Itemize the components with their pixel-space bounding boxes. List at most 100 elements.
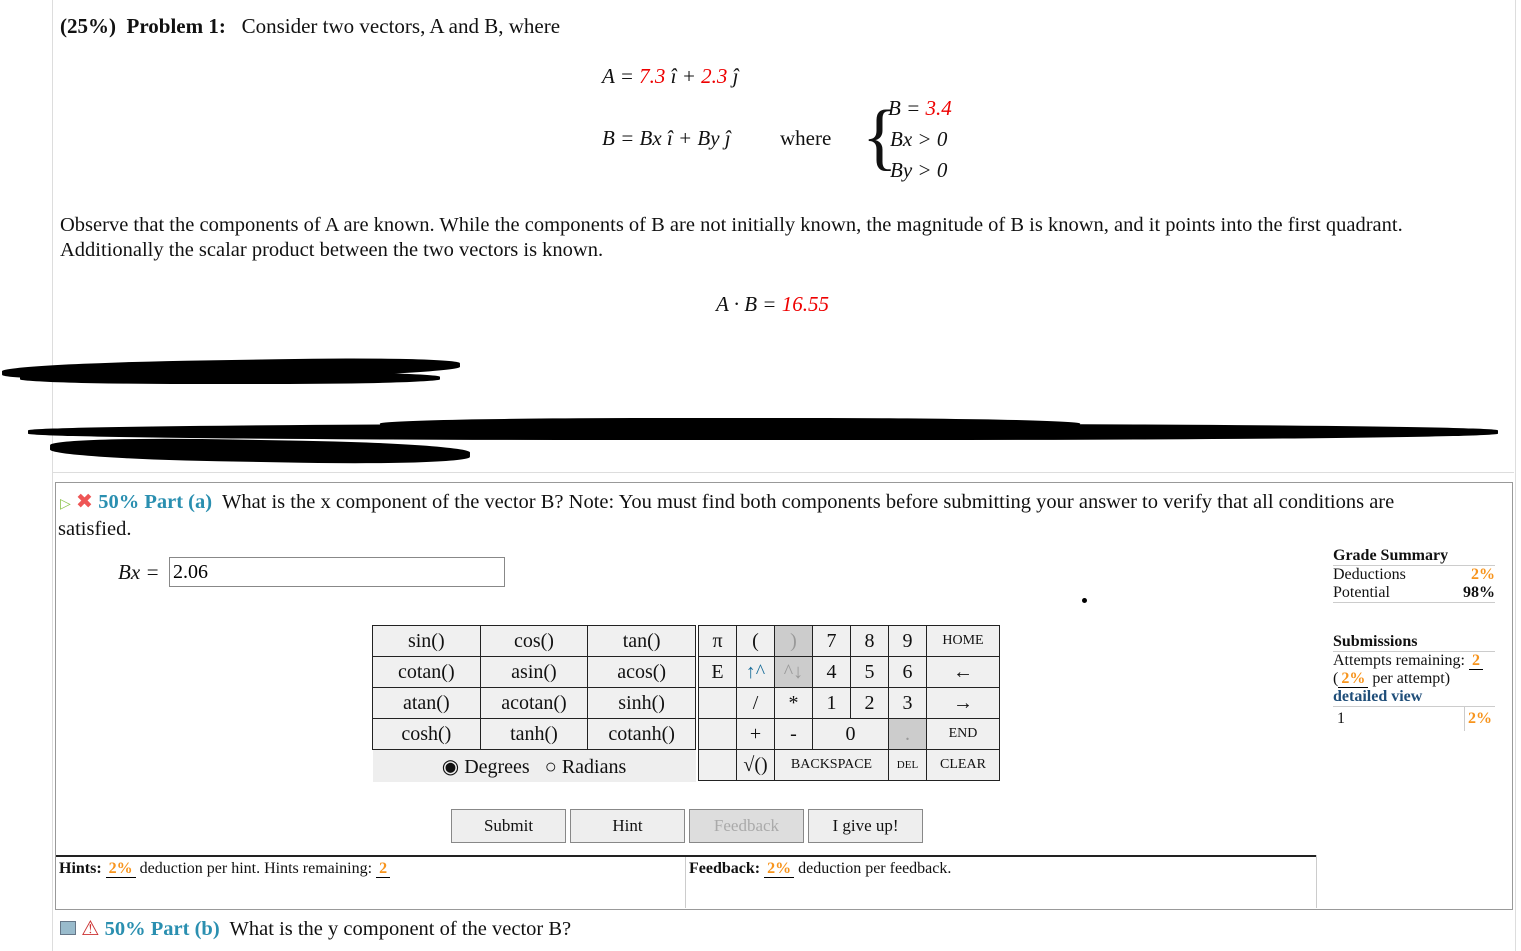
key-8[interactable]: 8 (850, 625, 889, 657)
condition-magnitude: B = 3.4 (888, 96, 952, 121)
part-b-header: ⚠ 50% Part (b) What is the y component o… (60, 916, 571, 941)
give-up-button[interactable]: I give up! (808, 809, 923, 843)
function-key[interactable]: asin() (479, 656, 589, 688)
key-divide[interactable]: / (736, 687, 775, 719)
key-5[interactable]: 5 (850, 656, 889, 688)
angle-mode: ◉ Degrees ○ Radians (372, 749, 696, 782)
dot-value: 16.55 (781, 292, 829, 316)
eq-i: î + (670, 64, 696, 88)
key-backspace[interactable]: BACKSPACE (774, 749, 889, 781)
radians-radio[interactable]: ○ (545, 756, 557, 778)
key-empty (698, 749, 737, 781)
ax-value: 7.3 (639, 64, 666, 88)
warning-icon: ⚠ (81, 918, 100, 940)
hints-label: Hints: (59, 860, 102, 877)
equation-b: B = Bx î + By ĵ (602, 126, 731, 150)
key-home[interactable]: HOME (926, 625, 1000, 657)
problem-intro: Consider two vectors, A and B, where (241, 14, 561, 38)
detailed-view-link[interactable]: detailed view (1333, 688, 1422, 706)
per-attempt-text: per attempt) (1372, 670, 1451, 687)
key-9[interactable]: 9 (888, 625, 927, 657)
key-6[interactable]: 6 (888, 656, 927, 688)
part-a-text: What is the x component of the vector B?… (221, 491, 1395, 513)
key-end[interactable]: END (926, 718, 1000, 750)
function-key[interactable]: atan() (372, 687, 481, 719)
hints-sep (685, 857, 686, 908)
submit-button[interactable]: Submit (451, 809, 566, 843)
key-2[interactable]: 2 (850, 687, 889, 719)
function-key[interactable]: acotan() (479, 687, 589, 719)
hint-button[interactable]: Hint (570, 809, 685, 843)
dot-lhs: A · B = (716, 292, 777, 316)
expand-box-icon[interactable] (60, 921, 76, 935)
key-empty (698, 718, 737, 750)
key-plus[interactable]: + (736, 718, 775, 750)
degrees-radio[interactable]: ◉ (442, 756, 459, 778)
potential-label: Potential (1333, 584, 1390, 601)
key-4[interactable]: 4 (812, 656, 851, 688)
function-key[interactable]: cotan() (372, 656, 481, 688)
hints-remaining: 2 (376, 860, 391, 878)
key-down[interactable]: ^↓ (774, 656, 813, 688)
radians-label: Radians (561, 755, 627, 778)
hints-text: deduction per hint. Hints remaining: (139, 860, 373, 877)
incorrect-x-icon: ✖ (75, 491, 94, 513)
grade-summary: Grade Summary Deductions 2% Potential 98% (1333, 547, 1495, 603)
hints-pct: 2% (105, 860, 136, 878)
function-key[interactable]: tan() (587, 625, 696, 657)
key-decimal[interactable]: . (888, 718, 927, 750)
redaction-scribble (380, 418, 1080, 432)
grade-title: Grade Summary (1333, 547, 1449, 564)
key-7[interactable]: 7 (812, 625, 851, 657)
expand-arrow-icon[interactable]: ▷ (60, 497, 71, 512)
key-1[interactable]: 1 (812, 687, 851, 719)
key-left-arrow[interactable]: ← (926, 656, 1000, 688)
key-e[interactable]: E (698, 656, 737, 688)
grade-sep (1316, 855, 1317, 908)
key-0[interactable]: 0 (812, 718, 889, 750)
problem-label: Problem 1: (126, 14, 226, 38)
c1: B = (888, 96, 921, 120)
dot-product: A · B = 16.55 (716, 292, 829, 317)
divider (52, 472, 1514, 473)
function-key[interactable]: cotanh() (587, 718, 696, 750)
function-key[interactable]: acos() (587, 656, 696, 688)
dot-mark (1082, 598, 1087, 603)
key-3[interactable]: 3 (888, 687, 927, 719)
key-clear[interactable]: CLEAR (926, 749, 1000, 781)
feedback-info: Feedback: 2% deduction per feedback. (689, 860, 951, 878)
submission-deduction: 2% (1464, 707, 1495, 731)
feedback-pct: 2% (764, 860, 795, 878)
function-keypad: sin() cos() tan() cotan() asin() acos() atan()… (372, 625, 696, 782)
part-b-text: What is the y component of the vector B? (229, 918, 572, 940)
function-key[interactable]: tanh() (479, 718, 589, 750)
key-pi[interactable]: π (698, 625, 737, 657)
submissions: Submissions Attempts remaining: 2 (2% pe… (1333, 633, 1495, 731)
key-multiply[interactable]: * (774, 687, 813, 719)
per-attempt-pct: 2% (1338, 670, 1369, 688)
b-magnitude-value: 3.4 (925, 96, 952, 120)
function-key[interactable]: sin() (372, 625, 481, 657)
submissions-title: Submissions (1333, 633, 1418, 650)
feedback-button[interactable]: Feedback (689, 809, 804, 843)
key-minus[interactable]: - (774, 718, 813, 750)
key-left-paren[interactable]: ( (736, 625, 775, 657)
feedback-text: deduction per feedback. (798, 860, 952, 877)
para2: Additionally the scalar product between … (60, 239, 604, 261)
attempts-label: Attempts remaining: (1333, 652, 1465, 669)
deductions-label: Deductions (1333, 566, 1406, 583)
submission-number: 1 (1337, 710, 1345, 727)
key-up-power[interactable]: ↑^ (736, 656, 775, 688)
degrees-label: Degrees (464, 755, 530, 778)
deductions-value: 2% (1471, 566, 1495, 583)
part-b-weight: 50% Part (b) (104, 918, 220, 940)
key-del[interactable]: DEL (888, 749, 927, 781)
function-key[interactable]: cos() (479, 625, 589, 657)
key-right-arrow[interactable]: → (926, 687, 1000, 719)
key-sqrt[interactable]: √() (736, 749, 775, 781)
function-key[interactable]: sinh() (587, 687, 696, 719)
function-key[interactable]: cosh() (372, 718, 481, 750)
answer-input[interactable] (169, 557, 505, 587)
where-label: where (780, 126, 832, 150)
key-right-paren[interactable]: ) (774, 625, 813, 657)
